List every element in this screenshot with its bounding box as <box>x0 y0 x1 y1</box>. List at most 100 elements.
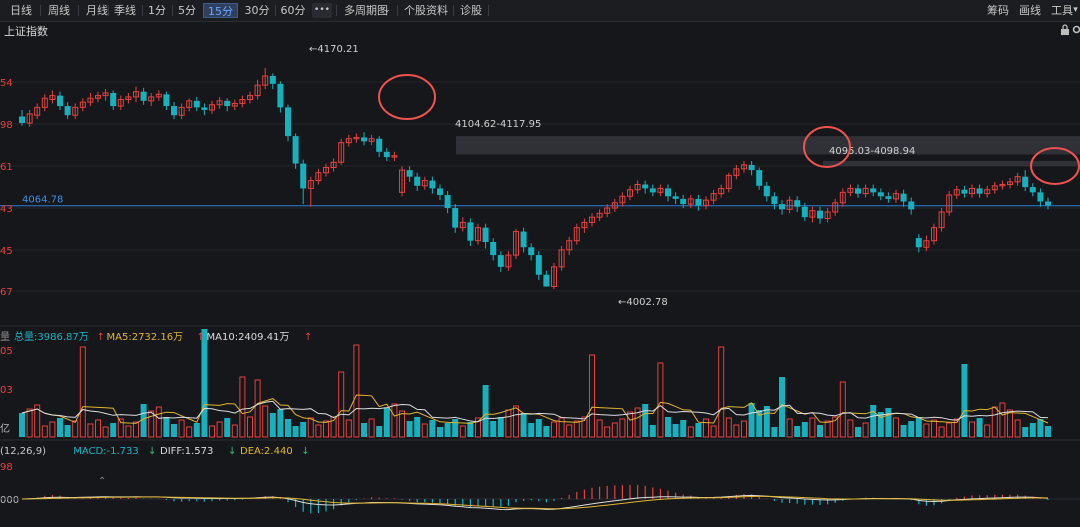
price-tick-label: 45 <box>0 246 13 257</box>
volume-bar <box>79 346 86 438</box>
volume-bar <box>361 423 367 437</box>
volume-bar <box>870 405 877 437</box>
volume-bar <box>824 420 831 438</box>
candle <box>718 184 725 198</box>
volume-bar <box>1007 409 1013 438</box>
macd-legend-arrow: ↓ <box>301 446 309 457</box>
candle <box>832 198 839 216</box>
volume-tick-label: 03 <box>0 385 13 396</box>
candle-body <box>193 100 200 108</box>
candle-body <box>383 151 390 158</box>
candle <box>209 100 215 114</box>
candle <box>733 164 740 180</box>
volume-bar <box>733 424 740 438</box>
candle <box>467 218 474 246</box>
volume-bar <box>748 403 755 437</box>
volume-bar <box>961 364 968 437</box>
candle <box>885 192 892 203</box>
candle <box>923 235 930 252</box>
volume-bar <box>490 421 497 437</box>
reference-line-label: 4064.78 <box>22 195 63 206</box>
candle-body <box>817 210 823 219</box>
candle-body <box>361 137 367 142</box>
candle <box>406 166 413 182</box>
candle-body <box>535 255 542 275</box>
volume-bar <box>1037 419 1044 437</box>
volume-bar <box>551 421 557 438</box>
candle-body <box>224 100 231 107</box>
candle <box>741 160 747 173</box>
candle <box>57 91 63 110</box>
macd-legend-arrow: ↓ <box>228 446 236 457</box>
candle-body <box>877 192 884 197</box>
volume-bar <box>915 417 922 437</box>
candle <box>1037 188 1044 207</box>
candle-body <box>885 196 892 199</box>
candle <box>110 90 117 110</box>
candle <box>41 94 48 112</box>
candle <box>254 79 261 100</box>
volume-bar <box>839 381 846 438</box>
price-zones <box>456 136 1080 167</box>
candle <box>969 184 975 198</box>
candle-body <box>1029 187 1036 193</box>
macd-legend-arrow: ↓ <box>148 446 156 457</box>
volume-bar <box>771 427 778 437</box>
candle <box>19 109 25 126</box>
volume-bar <box>786 418 793 438</box>
candle-body <box>110 92 117 107</box>
candle <box>862 184 869 198</box>
macd-tick-label: 000 <box>0 495 19 506</box>
candle <box>877 188 884 201</box>
macd-legend-item: (12,26,9) <box>0 446 46 457</box>
candle-body <box>695 198 702 206</box>
candle-body <box>801 206 808 218</box>
volume-bar <box>809 417 816 438</box>
candle-body <box>680 198 687 205</box>
candle <box>786 196 793 214</box>
candle <box>710 189 717 205</box>
volume-bar <box>171 424 177 437</box>
candle <box>551 262 557 290</box>
candle-body <box>277 83 284 108</box>
candle <box>383 147 390 161</box>
volume-legend-arrow: ↑ <box>304 332 312 343</box>
volume-bar <box>991 406 998 438</box>
candle <box>64 102 71 120</box>
price-tick-label: 54 <box>0 78 13 89</box>
candle <box>269 73 276 90</box>
candle-body <box>900 193 907 202</box>
volume-bar <box>155 406 162 438</box>
candle <box>779 200 785 215</box>
volume-bar <box>201 329 208 437</box>
candle <box>938 208 945 232</box>
volume-bar <box>216 421 223 438</box>
volume-bar <box>847 419 854 438</box>
zone-label: 4095.03-4098.94 <box>829 146 915 157</box>
candle-body <box>543 274 550 287</box>
candle-body <box>976 188 983 194</box>
volume-bar <box>718 346 725 438</box>
chevron-up-icon: ⌃ <box>98 476 106 487</box>
candle-body <box>64 106 71 116</box>
volume-legend-item: MA5:2732.16万 <box>107 332 184 343</box>
candle <box>95 91 101 103</box>
volume-bar <box>467 422 474 437</box>
candle <box>984 185 991 198</box>
candle <box>528 243 535 261</box>
candle <box>140 87 147 105</box>
candle <box>490 238 497 261</box>
candle-body <box>520 231 527 248</box>
volume-bar <box>315 424 322 438</box>
volume-bar <box>72 420 79 438</box>
volume-bar <box>611 422 618 438</box>
candle <box>330 158 337 172</box>
volume-bar <box>931 419 937 438</box>
candle <box>368 134 375 146</box>
candle <box>391 151 398 161</box>
candle <box>763 181 770 202</box>
candle-body <box>672 196 679 199</box>
volume-ma10-line <box>21 400 1049 423</box>
volume-bar <box>421 423 428 438</box>
candle <box>961 185 968 198</box>
